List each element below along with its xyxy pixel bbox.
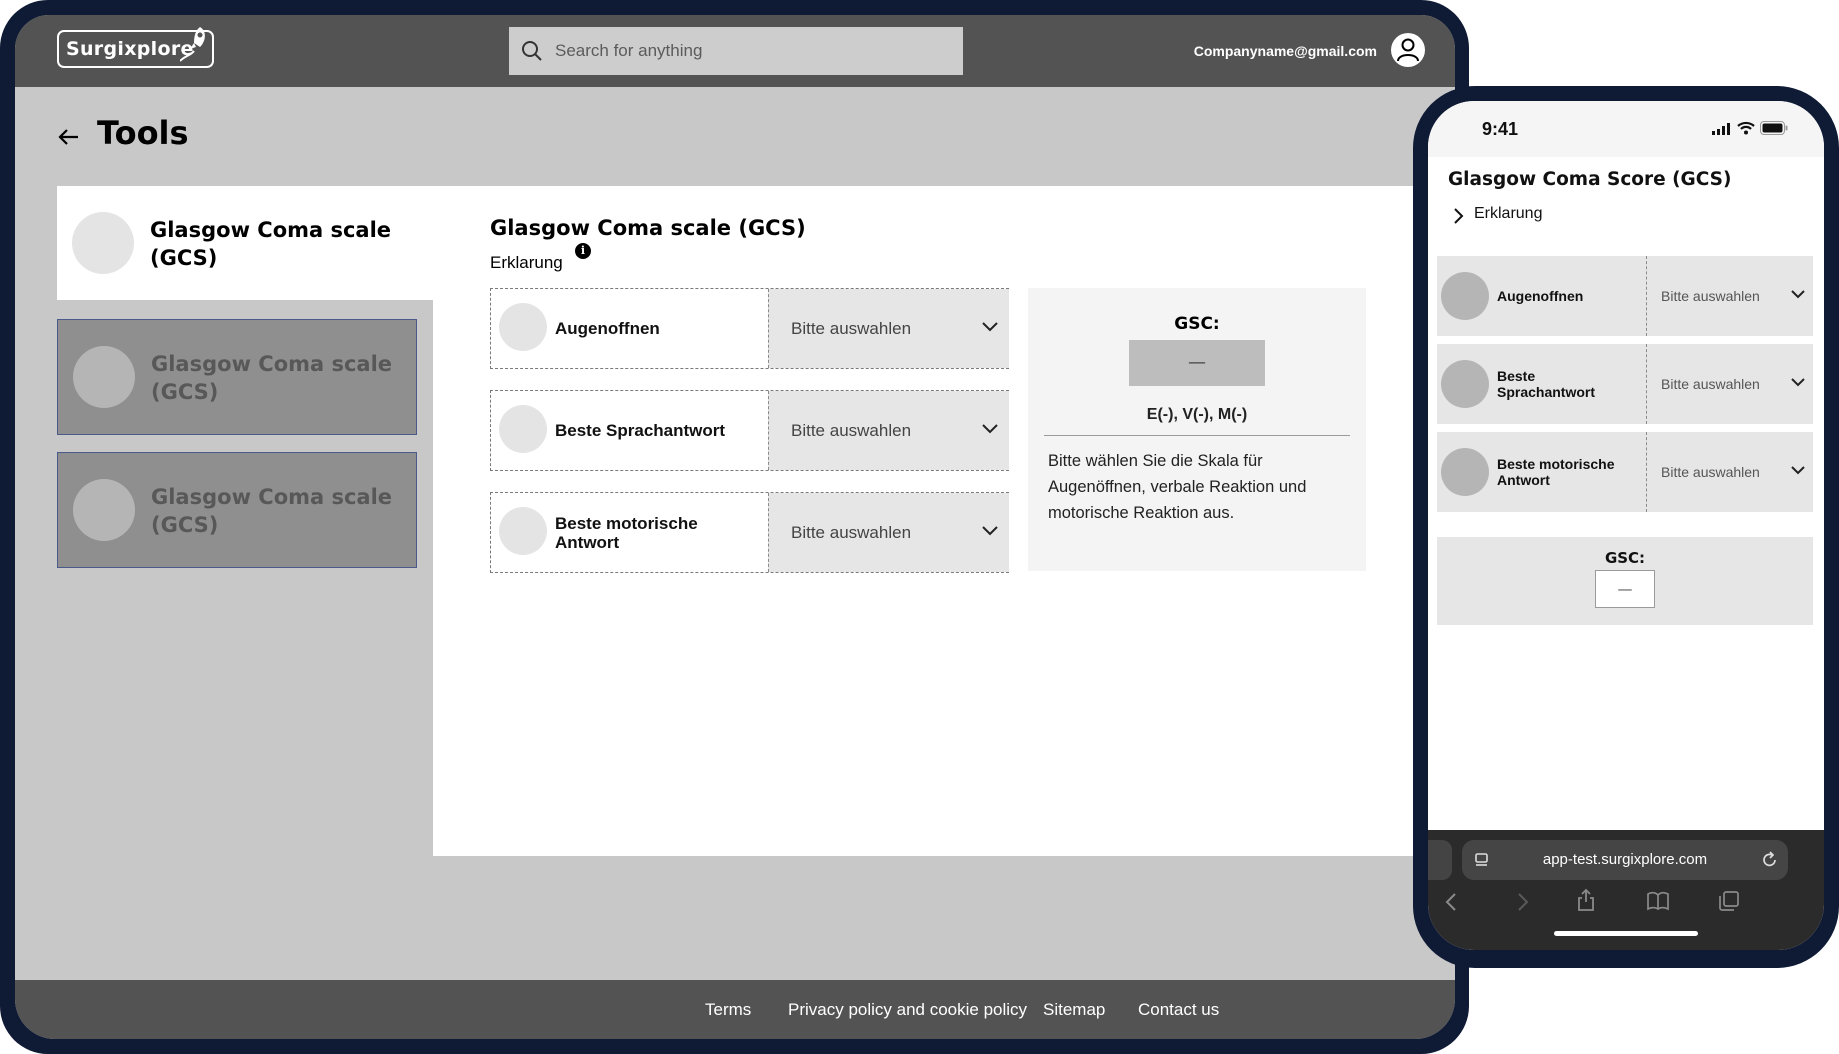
mobile-score-row-verbal: Beste Sprachantwort Bitte auswahlen (1437, 344, 1813, 424)
tool-thumbnail (73, 479, 135, 541)
top-header: Surgixplore Search for anything Companyn… (15, 15, 1455, 87)
search-input[interactable]: Search for anything (509, 27, 963, 75)
sidebar-item-label: Glasgow Coma scale (GCS) (151, 352, 393, 404)
mobile-score-row-motor: Beste motorische Antwort Bitte auswahlen (1437, 432, 1813, 512)
select-value: Bitte auswahlen (791, 421, 912, 440)
status-bar: 9:41 (1428, 101, 1824, 157)
search-placeholder: Search for anything (555, 41, 703, 60)
page-title: Tools (97, 114, 189, 152)
divider (1044, 435, 1350, 436)
explanation-label[interactable]: Erklarung (490, 253, 563, 273)
chevron-down-icon (982, 526, 998, 536)
rocket-icon (180, 27, 205, 62)
select-value: Bitte auswahlen (791, 319, 912, 338)
tool-thumbnail (72, 212, 134, 274)
logo[interactable]: Surgixplore (57, 27, 214, 68)
row-icon-placeholder (1441, 448, 1489, 496)
mobile-explanation-toggle[interactable]: Erklarung (1474, 205, 1542, 223)
mobile-eye-select[interactable]: Bitte auswahlen (1646, 256, 1814, 336)
address-bar[interactable]: app-test.surgixplore.com (1462, 840, 1788, 880)
mobile-result-panel: GSC: — (1437, 537, 1813, 625)
result-panel: GSC: — E(-), V(-), M(-) Bitte wählen Sie… (1028, 288, 1366, 571)
score-row-eye: Augenoffnen Bitte auswahlen (490, 288, 1009, 369)
result-title: GSC: (1604, 549, 1646, 567)
motor-select-dropdown[interactable]: Bitte auswahlen (768, 493, 1009, 572)
select-value: Bitte auswahlen (791, 523, 912, 542)
tabs-icon[interactable] (1718, 890, 1740, 912)
home-indicator (1554, 931, 1698, 936)
chevron-down-icon (982, 322, 998, 332)
mobile-score-row-eye: Augenoffnen Bitte auswahlen (1437, 256, 1813, 336)
mobile-verbal-select[interactable]: Bitte auswahlen (1646, 344, 1814, 424)
result-score: — (1595, 570, 1655, 608)
calculator-title: Glasgow Coma scale (GCS) (490, 216, 806, 240)
result-title: GSC: (1174, 314, 1220, 334)
signal-icon (1712, 123, 1730, 135)
footer-link-sitemap[interactable]: Sitemap (1043, 980, 1105, 1039)
footer-link-privacy[interactable]: Privacy policy and cookie policy (788, 980, 1027, 1039)
row-icon-placeholder (499, 303, 547, 351)
user-email: Companyname@gmail.com (1193, 43, 1377, 59)
sidebar-item[interactable]: Glasgow Coma scale (GCS) (57, 452, 417, 568)
row-label: Beste motorische Antwort (555, 513, 698, 552)
status-time: 9:41 (1482, 119, 1519, 139)
row-icon-placeholder (499, 405, 547, 453)
result-description: Bitte wählen Sie die Skala für Augenöffn… (1048, 452, 1307, 522)
bookmarks-icon[interactable] (1646, 891, 1670, 911)
row-icon-placeholder (1441, 272, 1489, 320)
row-label: Augenoffnen (1497, 288, 1584, 304)
chevron-down-icon (1791, 466, 1805, 475)
info-icon[interactable]: i (575, 243, 591, 259)
eye-select-dropdown[interactable]: Bitte auswahlen (768, 289, 1009, 368)
wifi-icon (1737, 121, 1755, 135)
previous-tab-edge[interactable] (1428, 840, 1452, 880)
url-text: app-test.surgixplore.com (1542, 851, 1708, 868)
row-label: Beste Sprachantwort (555, 421, 726, 440)
mobile-motor-select[interactable]: Bitte auswahlen (1646, 432, 1814, 512)
row-icon-placeholder (499, 507, 547, 555)
mobile-page-title: Glasgow Coma Score (GCS) (1448, 169, 1732, 190)
footer: Terms Privacy policy and cookie policy S… (15, 980, 1455, 1039)
logo-text: Surgixplore (66, 38, 194, 60)
reload-icon[interactable] (1761, 851, 1778, 869)
chevron-down-icon (1791, 290, 1805, 299)
footer-link-terms[interactable]: Terms (705, 980, 751, 1039)
verbal-select-dropdown[interactable]: Bitte auswahlen (768, 391, 1009, 470)
result-summary: E(-), V(-), M(-) (1146, 406, 1248, 423)
chevron-down-icon (982, 424, 998, 434)
select-value: Bitte auswahlen (1661, 464, 1760, 480)
sidebar-item-label: Glasgow Coma scale (GCS) (150, 218, 392, 270)
sidebar-item[interactable]: Glasgow Coma scale (GCS) (57, 319, 417, 435)
score-row-motor: Beste motorische Antwort Bitte auswahlen (490, 492, 1009, 573)
forward-icon[interactable] (1516, 892, 1530, 912)
share-icon[interactable] (1576, 888, 1596, 912)
select-value: Bitte auswahlen (1661, 376, 1760, 392)
back-icon[interactable] (1444, 892, 1458, 912)
search-icon (522, 41, 542, 61)
user-avatar-icon[interactable] (1391, 33, 1425, 67)
chevron-right-icon[interactable] (1452, 207, 1464, 225)
row-label: Augenoffnen (555, 319, 660, 338)
row-label: Beste Sprachantwort (1497, 368, 1596, 400)
footer-link-contact[interactable]: Contact us (1138, 980, 1219, 1039)
desktop-screen: Surgixplore Search for anything Companyn… (15, 15, 1455, 1039)
chevron-down-icon (1791, 378, 1805, 387)
phone-screen: 9:41 Glasgow Coma Score (GCS) Erklarung … (1428, 101, 1824, 950)
browser-toolbar: app-test.surgixplore.com (1428, 830, 1824, 950)
tool-thumbnail (73, 346, 135, 408)
sidebar-item-label: Glasgow Coma scale (GCS) (151, 485, 393, 537)
back-arrow-icon[interactable] (56, 124, 82, 150)
select-value: Bitte auswahlen (1661, 288, 1760, 304)
battery-icon (1760, 121, 1788, 135)
result-score: — (1129, 340, 1265, 386)
score-row-verbal: Beste Sprachantwort Bitte auswahlen (490, 390, 1009, 471)
row-label: Beste motorische Antwort (1497, 456, 1615, 488)
sidebar-item-active[interactable]: Glasgow Coma scale (GCS) (57, 186, 433, 300)
row-icon-placeholder (1441, 360, 1489, 408)
